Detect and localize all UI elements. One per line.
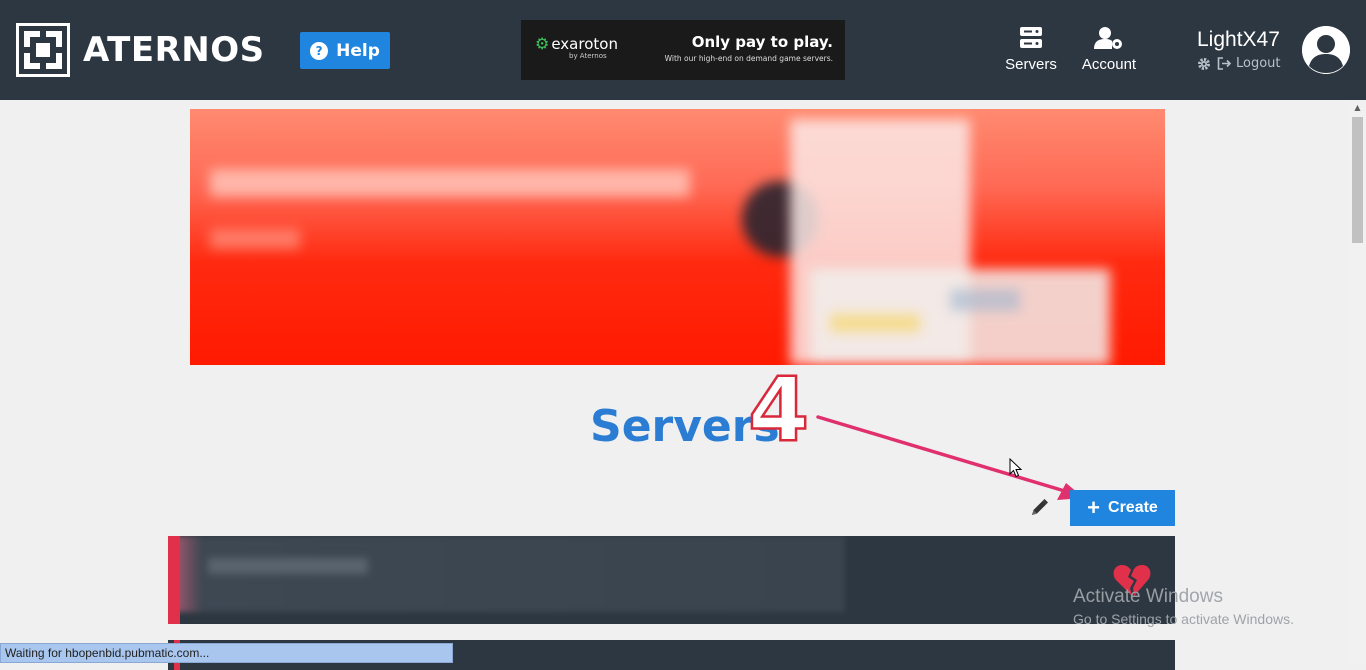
aternos-logo-icon[interactable]	[16, 23, 70, 77]
user-tools: Logout	[1197, 56, 1281, 71]
avatar[interactable]	[1302, 26, 1350, 74]
server-status-accent	[168, 536, 180, 624]
scrollbar-thumb[interactable]	[1352, 117, 1363, 243]
server-stack-icon	[1020, 27, 1042, 48]
ad-brand-sub: by Aternos	[569, 52, 607, 60]
nav-servers[interactable]: Servers	[1004, 26, 1058, 73]
top-header: ATERNOS ? Help ⚙ exaroton by Aternos Only…	[0, 0, 1366, 100]
plus-icon: +	[1087, 495, 1101, 520]
create-server-button[interactable]: + Create	[1070, 490, 1175, 526]
tutorial-arrow-icon	[816, 415, 1084, 500]
user-avatar-icon	[1302, 26, 1350, 74]
banner-blurred-image	[210, 119, 1110, 365]
help-button[interactable]: ? Help	[300, 32, 390, 69]
settings-gear-icon[interactable]	[1197, 57, 1211, 71]
windows-activation-subtitle: Go to Settings to activate Windows.	[1073, 611, 1294, 627]
tutorial-step-number: 4	[747, 358, 811, 461]
question-icon: ?	[310, 41, 329, 60]
scroll-up-arrow-icon[interactable]: ▲	[1349, 102, 1366, 114]
server-card-blurred-info	[168, 536, 845, 612]
logout-label: Logout	[1236, 56, 1281, 71]
user-settings-icon	[1094, 27, 1122, 49]
logout-link[interactable]: Logout	[1217, 56, 1281, 71]
browser-status-bar: Waiting for hbopenbid.pubmatic.com...	[0, 643, 453, 663]
ad-headline: Only pay to play.	[691, 33, 833, 51]
username: LightX47	[1197, 28, 1280, 51]
server-card[interactable]	[168, 536, 1175, 624]
windows-activation-title: Activate Windows	[1073, 586, 1223, 607]
promo-banner[interactable]	[190, 109, 1165, 365]
mouse-pointer-icon	[1009, 458, 1023, 478]
nav-account-label: Account	[1081, 56, 1137, 73]
nav-servers-label: Servers	[1005, 56, 1057, 73]
nav-account[interactable]: Account	[1080, 26, 1138, 73]
ad-brand-label: exaroton	[551, 35, 618, 53]
ad-tagline: With our high-end on demand game servers…	[664, 54, 833, 63]
exaroton-gear-icon: ⚙	[535, 34, 550, 53]
brand-name[interactable]: ATERNOS	[83, 28, 265, 72]
ad-brand: ⚙ exaroton	[535, 34, 618, 53]
server-name-blurred	[208, 558, 368, 574]
advertisement-banner[interactable]: ⚙ exaroton by Aternos Only pay to play. W…	[521, 20, 845, 80]
pencil-edit-icon[interactable]	[1028, 497, 1050, 519]
logout-icon	[1217, 57, 1232, 70]
help-button-label: Help	[336, 40, 380, 61]
create-button-label: Create	[1108, 499, 1158, 516]
page-scrollbar[interactable]: ▲	[1349, 100, 1366, 663]
